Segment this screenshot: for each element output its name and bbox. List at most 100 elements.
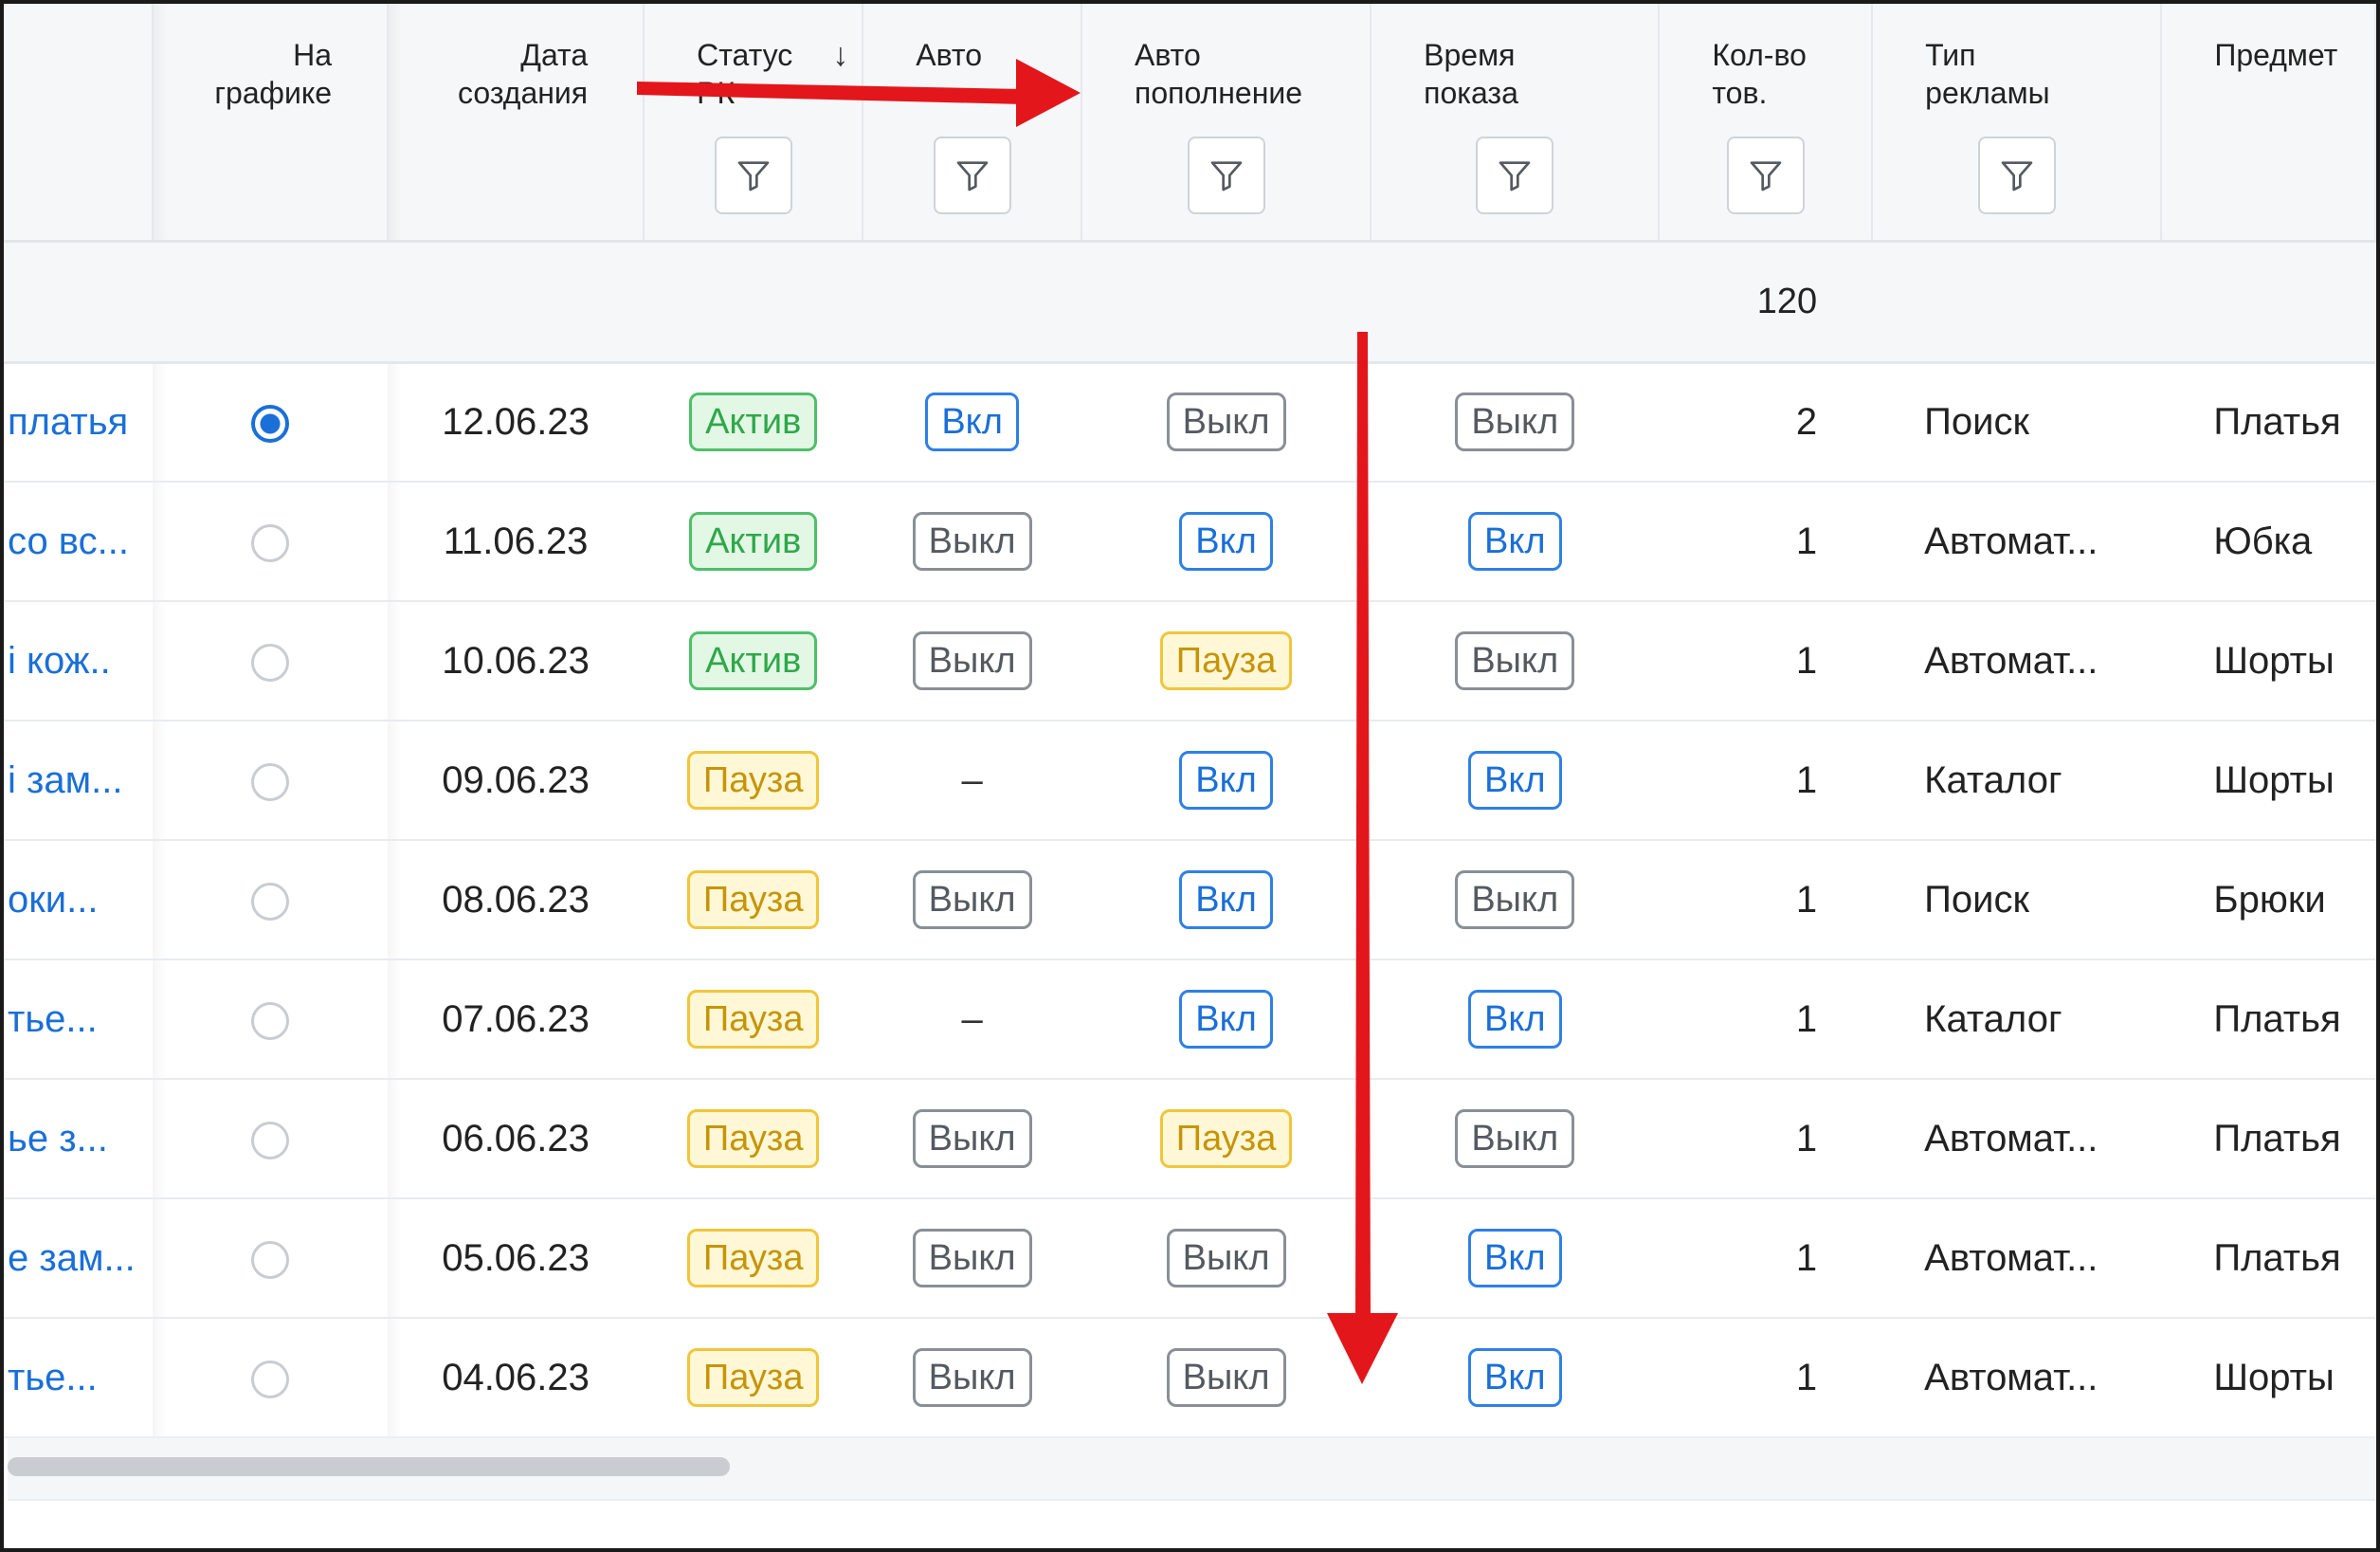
status-tag[interactable]: Вкл (1467, 1348, 1562, 1407)
col-header-adtype[interactable]: Тип рекламы (1872, 4, 2163, 243)
item-count: 1 (1659, 721, 1873, 841)
col-header-count[interactable]: Кол-во тов. (1659, 4, 1874, 243)
ad-type: Автомат... (1872, 482, 2162, 602)
status-tag[interactable]: Пауза (686, 1229, 820, 1287)
col-header-subject[interactable]: Предмет (2161, 4, 2376, 243)
campaign-name-link[interactable]: тье... (4, 959, 153, 1080)
filter-funnel-icon[interactable] (714, 137, 792, 214)
subject: Платья (2161, 362, 2375, 483)
campaign-name-link[interactable]: е зам... (4, 1198, 153, 1319)
campaign-name-link[interactable]: со вс... (4, 482, 153, 602)
filter-funnel-icon[interactable] (1977, 137, 2056, 214)
status-tag[interactable]: Пауза (686, 751, 820, 810)
status-tag[interactable]: Вкл (1179, 751, 1273, 810)
table-row[interactable]: со вс... 11.06.23 Актив Выкл Вкл Вкл 1 Автомат.… (4, 482, 2375, 602)
col-header-auto[interactable]: Авто (863, 4, 1082, 243)
created-date: 05.06.23 (388, 1198, 645, 1319)
created-date: 04.06.23 (388, 1318, 645, 1438)
radio-button-icon[interactable] (250, 405, 289, 444)
subject: Платья (2161, 1079, 2375, 1199)
table-row[interactable]: і кож.. 10.06.23 Актив Выкл Пауза Выкл 1 Автома… (4, 601, 2375, 721)
status-tag[interactable]: Актив (689, 512, 818, 571)
status-tag[interactable]: Актив (689, 631, 818, 690)
campaign-name-link[interactable]: оки... (4, 840, 153, 960)
radio-button-icon[interactable] (250, 1001, 289, 1040)
campaign-name-link[interactable]: платья (4, 362, 153, 483)
campaign-name-link[interactable]: і кож.. (4, 601, 153, 721)
status-tag[interactable]: Вкл (1467, 512, 1562, 571)
col-header-on-chart[interactable]: На графике (152, 4, 390, 243)
status-tag[interactable]: Выкл (912, 1229, 1032, 1287)
item-count: 1 (1659, 840, 1873, 960)
empty-value: – (961, 997, 983, 1040)
status-tag[interactable]: Пауза (686, 990, 820, 1049)
item-count: 1 (1659, 1198, 1873, 1319)
created-date: 07.06.23 (388, 959, 645, 1080)
status-tag[interactable]: Вкл (1467, 1229, 1562, 1287)
table-row[interactable]: тье... 04.06.23 Пауза Выкл Выкл Вкл 1 Автомат..… (4, 1318, 2375, 1438)
radio-button-icon[interactable] (250, 643, 289, 682)
status-tag[interactable]: Пауза (1159, 1109, 1293, 1168)
status-tag[interactable]: Пауза (1159, 631, 1293, 690)
campaign-name-link[interactable]: ье з... (4, 1079, 153, 1199)
status-tag[interactable]: Выкл (1455, 393, 1575, 452)
status-tag[interactable]: Выкл (1166, 393, 1286, 452)
status-tag[interactable]: Выкл (912, 1109, 1032, 1168)
subject: Платья (2161, 1198, 2375, 1319)
horizontal-scrollbar[interactable] (8, 1436, 2376, 1501)
radio-button-icon[interactable] (250, 1360, 289, 1398)
arrow-down-icon[interactable]: ↓ (832, 36, 848, 74)
ad-type: Каталог (1872, 959, 2162, 1080)
status-tag[interactable]: Вкл (1467, 990, 1562, 1049)
radio-button-icon[interactable] (250, 1121, 289, 1159)
radio-button-icon[interactable] (250, 882, 289, 921)
status-tag[interactable]: Актив (689, 393, 818, 452)
status-tag[interactable]: Выкл (1166, 1229, 1286, 1287)
radio-button-icon[interactable] (250, 1240, 289, 1279)
filter-funnel-icon[interactable] (1476, 137, 1554, 214)
status-tag[interactable]: Выкл (912, 631, 1032, 690)
status-tag[interactable]: Вкл (1179, 990, 1273, 1049)
status-tag[interactable]: Выкл (1455, 631, 1575, 690)
radio-button-icon[interactable] (250, 523, 289, 562)
status-tag[interactable]: Вкл (1179, 870, 1273, 929)
filter-funnel-icon[interactable] (1726, 137, 1805, 214)
col-header-status[interactable]: Статус РК ↓ (644, 4, 864, 243)
table-row[interactable]: е зам... 05.06.23 Пауза Выкл Выкл Вкл 1 Автомат… (4, 1198, 2375, 1319)
campaign-name-link[interactable]: і зам... (4, 721, 153, 841)
status-tag[interactable]: Выкл (1455, 1109, 1575, 1168)
status-tag[interactable]: Выкл (912, 1348, 1032, 1407)
summary-row: 120 (4, 241, 2375, 364)
table-row[interactable]: ье з... 06.06.23 Пауза Выкл Пауза Выкл 1 Автома… (4, 1079, 2375, 1199)
ad-type: Каталог (1872, 721, 2162, 841)
campaigns-table: На графике Дата создания Статус РК ↓ Авт… (4, 4, 2376, 1438)
status-tag[interactable]: Выкл (1166, 1348, 1286, 1407)
created-date: 06.06.23 (388, 1079, 645, 1199)
table-row[interactable]: оки... 08.06.23 Пауза Выкл Вкл Выкл 1 Поиск Брюк… (4, 840, 2375, 960)
radio-button-icon[interactable] (250, 762, 289, 801)
status-tag[interactable]: Выкл (912, 512, 1032, 571)
campaign-name-link[interactable]: тье... (4, 1318, 153, 1438)
status-tag[interactable]: Вкл (1467, 751, 1562, 810)
summary-count-total: 120 (1659, 241, 1873, 364)
created-date: 08.06.23 (388, 840, 645, 960)
status-tag[interactable]: Вкл (1179, 512, 1273, 571)
status-tag[interactable]: Пауза (686, 870, 820, 929)
table-row[interactable]: платья 12.06.23 Актив Вкл Выкл Выкл 2 Поиск Плат… (4, 362, 2375, 483)
subject: Брюки (2161, 840, 2375, 960)
filter-funnel-icon[interactable] (933, 137, 1011, 214)
status-tag[interactable]: Пауза (686, 1109, 820, 1168)
status-tag[interactable]: Вкл (925, 393, 1019, 452)
col-header-name[interactable] (4, 4, 154, 243)
col-header-showtime[interactable]: Время показа (1371, 4, 1661, 243)
col-header-created[interactable]: Дата создания (388, 4, 645, 243)
table-row[interactable]: тье... 07.06.23 Пауза – Вкл Вкл 1 Каталог Платья (4, 959, 2375, 1080)
table-row[interactable]: і зам... 09.06.23 Пауза – Вкл Вкл 1 Каталог Шорт… (4, 721, 2375, 841)
ad-type: Поиск (1872, 840, 2162, 960)
filter-funnel-icon[interactable] (1187, 137, 1265, 214)
scrollbar-thumb[interactable] (8, 1457, 730, 1476)
col-header-autorefill[interactable]: Авто пополнение (1081, 4, 1372, 243)
status-tag[interactable]: Пауза (686, 1348, 820, 1407)
status-tag[interactable]: Выкл (912, 870, 1032, 929)
status-tag[interactable]: Выкл (1455, 870, 1575, 929)
